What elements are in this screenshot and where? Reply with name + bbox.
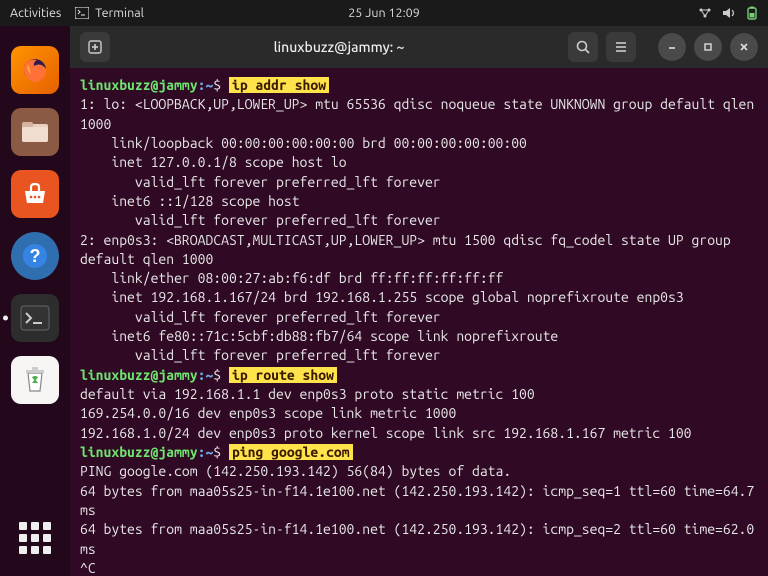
dock: ? <box>0 26 70 576</box>
dock-terminal[interactable] <box>11 294 59 342</box>
clock[interactable]: 25 Jun 12:09 <box>348 6 420 20</box>
prompt-user: linuxbuzz@jammy <box>80 77 198 93</box>
command-1: ip addr show <box>229 77 329 93</box>
activities-button[interactable]: Activities <box>10 6 61 20</box>
network-icon[interactable] <box>698 7 712 19</box>
terminal-titlebar: linuxbuzz@jammy: ~ <box>70 26 768 68</box>
close-button[interactable] <box>730 33 758 61</box>
prompt-dollar: $ <box>213 367 221 383</box>
command-3: ping google.com <box>229 444 353 460</box>
terminal-body[interactable]: linuxbuzz@jammy:~$ ip addr show 1: lo: <… <box>70 68 768 576</box>
top-bar: Activities Terminal 25 Jun 12:09 <box>0 0 768 26</box>
terminal-window: linuxbuzz@jammy: ~ linuxbuzz@jammy:~$ ip… <box>70 26 768 576</box>
dock-firefox[interactable] <box>11 46 59 94</box>
output-block-2: default via 192.168.1.1 dev enp0s3 proto… <box>80 386 692 441</box>
prompt-dollar: $ <box>213 77 221 93</box>
volume-icon[interactable] <box>722 7 736 19</box>
prompt-user: linuxbuzz@jammy <box>80 367 198 383</box>
prompt-dollar: $ <box>213 444 221 460</box>
new-tab-button[interactable] <box>80 32 110 62</box>
battery-icon[interactable] <box>746 6 758 20</box>
hamburger-menu-button[interactable] <box>606 32 636 62</box>
output-block-1: 1: lo: <LOOPBACK,UP,LOWER_UP> mtu 65536 … <box>80 96 762 363</box>
command-2: ip route show <box>229 367 337 383</box>
active-app-indicator[interactable]: Terminal <box>75 6 144 20</box>
minimize-button[interactable] <box>658 33 686 61</box>
svg-text:?: ? <box>30 246 41 266</box>
apps-grid-icon <box>19 522 51 554</box>
active-app-label: Terminal <box>95 6 144 20</box>
dock-software[interactable] <box>11 170 59 218</box>
search-button[interactable] <box>568 32 598 62</box>
dock-files[interactable] <box>11 108 59 156</box>
prompt-user: linuxbuzz@jammy <box>80 444 198 460</box>
dock-apps-grid[interactable] <box>11 514 59 562</box>
output-block-3: PING google.com (142.250.193.142) 56(84)… <box>80 463 762 576</box>
window-title: linuxbuzz@jammy: ~ <box>118 39 560 55</box>
dock-trash[interactable] <box>11 356 59 404</box>
maximize-button[interactable] <box>694 33 722 61</box>
terminal-icon <box>75 7 89 19</box>
dock-help[interactable]: ? <box>11 232 59 280</box>
